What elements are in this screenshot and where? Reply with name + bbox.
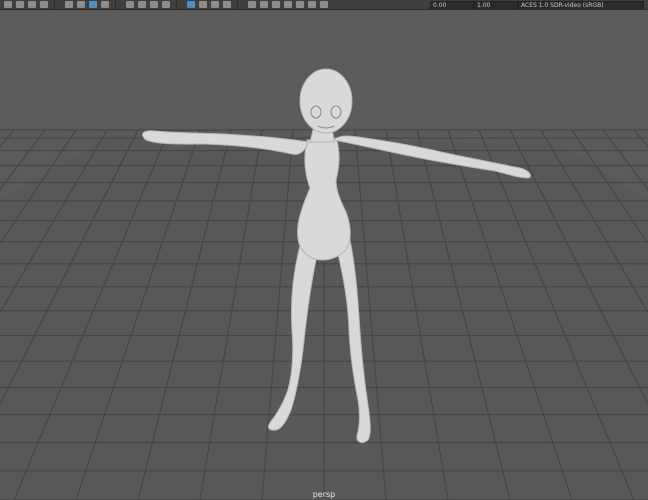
snap-curve-icon[interactable]: [138, 1, 146, 8]
snap-surface-icon[interactable]: [162, 1, 170, 8]
toolbar-separator: [176, 0, 177, 9]
viewport-canvas: [0, 10, 648, 500]
color-management-dropdown[interactable]: ACES 1.0 SDR-video (sRGB): [518, 1, 644, 9]
status-line-toolbar: 0.00 1.00 ACES 1.0 SDR-video (sRGB): [0, 0, 648, 10]
camera-name-label: persp: [312, 490, 336, 499]
head: [299, 68, 353, 134]
snap-grid-icon[interactable]: [126, 1, 134, 8]
lock-camera-icon[interactable]: [260, 1, 268, 8]
ipr-render-icon[interactable]: [211, 1, 219, 8]
select-mode-icon[interactable]: [89, 1, 97, 8]
toolbar-separator: [115, 0, 116, 9]
camera-icon[interactable]: [248, 1, 256, 8]
gamma-field[interactable]: 1.00: [474, 1, 518, 9]
undo-icon[interactable]: [65, 1, 73, 8]
render-current-icon[interactable]: [199, 1, 207, 8]
render-view-icon[interactable]: [187, 1, 195, 8]
grid-toggle-icon[interactable]: [296, 1, 304, 8]
wireframe-icon[interactable]: [308, 1, 316, 8]
toolbar-separator: [237, 0, 238, 9]
snap-point-icon[interactable]: [150, 1, 158, 8]
save-scene-icon[interactable]: [40, 1, 48, 8]
perspective-viewport[interactable]: persp: [0, 10, 648, 500]
render-settings-icon[interactable]: [223, 1, 231, 8]
bookmark-icon[interactable]: [272, 1, 280, 8]
menu-set-icon[interactable]: [4, 1, 12, 8]
redo-icon[interactable]: [77, 1, 85, 8]
smooth-shade-icon[interactable]: [320, 1, 328, 8]
select-by-component-icon[interactable]: [101, 1, 109, 8]
exposure-field[interactable]: 0.00: [430, 1, 474, 9]
new-scene-icon[interactable]: [16, 1, 24, 8]
open-scene-icon[interactable]: [28, 1, 36, 8]
toolbar-separator: [54, 0, 55, 9]
image-plane-icon[interactable]: [284, 1, 292, 8]
